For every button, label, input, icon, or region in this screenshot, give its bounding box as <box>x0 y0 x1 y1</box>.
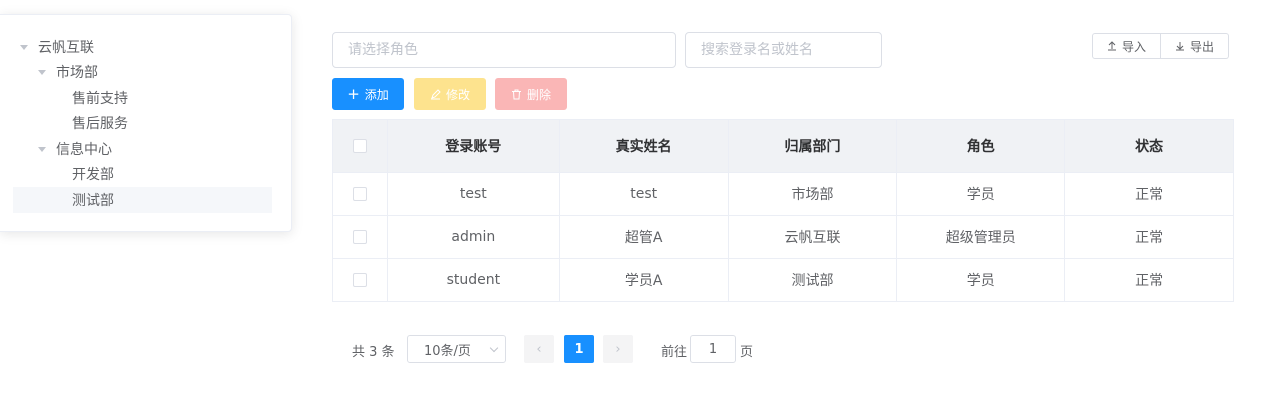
department-tree: 云帆互联 市场部 售前支持 售后服务 信息中心 开发部 测试部 <box>0 14 292 232</box>
table-cell: student <box>386 258 560 302</box>
table-cell: 云帆互联 <box>727 215 898 259</box>
tree-node-label: 售前支持 <box>72 91 128 107</box>
caret-down-icon[interactable] <box>38 146 46 152</box>
edit-label: 修改 <box>445 87 470 102</box>
caret-down-icon[interactable] <box>38 69 46 75</box>
tree-node-presales[interactable]: 售前支持 <box>72 85 128 111</box>
goto-page-input[interactable] <box>690 335 736 363</box>
prev-page-button[interactable]: ‹ <box>524 335 554 363</box>
select-all-cell <box>332 119 388 173</box>
tree-node-info-center[interactable]: 信息中心 <box>38 136 112 162</box>
import-label: 导入 <box>1122 39 1147 54</box>
column-header[interactable]: 归属部门 <box>727 119 898 173</box>
table-cell: 学员 <box>896 172 1066 216</box>
tree-node-dev[interactable]: 开发部 <box>72 161 114 187</box>
user-table: 登录账号 真实姓名 归属部门 角色 状态 test test 市场部 学员 正常… <box>332 119 1234 302</box>
column-header[interactable]: 真实姓名 <box>558 119 729 173</box>
role-select-input[interactable] <box>332 32 676 68</box>
table-cell: 超级管理员 <box>896 215 1066 259</box>
tree-node-label: 信息中心 <box>56 142 112 158</box>
delete-label: 删除 <box>526 87 551 102</box>
add-button[interactable]: + 添加 <box>332 78 404 110</box>
table-cell: 正常 <box>1064 215 1234 259</box>
delete-button[interactable]: 删除 <box>495 78 567 110</box>
table-cell: 学员 <box>896 258 1066 302</box>
page-size-select[interactable]: 10条/页 <box>407 335 506 363</box>
import-export-group: 导入 导出 <box>1092 33 1230 59</box>
import-button[interactable]: 导入 <box>1092 33 1162 59</box>
caret-down-icon[interactable] <box>20 44 28 50</box>
tree-node-aftersales[interactable]: 售后服务 <box>72 110 128 136</box>
tree-node-test[interactable]: 测试部 <box>13 187 272 213</box>
tree-node-label: 云帆互联 <box>38 40 94 56</box>
export-label: 导出 <box>1190 39 1215 54</box>
upload-icon <box>1108 41 1116 51</box>
tree-node-label: 售后服务 <box>72 116 128 132</box>
edit-button[interactable]: 修改 <box>414 78 486 110</box>
table-cell: 测试部 <box>727 258 898 302</box>
table-row[interactable]: admin 超管A 云帆互联 超级管理员 正常 <box>332 215 1234 259</box>
next-page-button[interactable]: › <box>603 335 633 363</box>
page-suffix: 页 <box>740 345 754 360</box>
download-icon <box>1176 42 1185 51</box>
chevron-left-icon: ‹ <box>536 341 542 357</box>
row-checkbox[interactable] <box>352 230 367 244</box>
export-button[interactable]: 导出 <box>1161 33 1230 59</box>
column-header[interactable]: 角色 <box>896 119 1066 173</box>
tree-node-market[interactable]: 市场部 <box>38 59 98 85</box>
column-header[interactable]: 状态 <box>1064 119 1234 173</box>
table-cell: 正常 <box>1064 172 1234 216</box>
select-all-checkbox[interactable] <box>352 139 367 153</box>
table-cell: test <box>558 172 729 216</box>
table-cell: test <box>386 172 560 216</box>
row-select-cell <box>332 172 388 216</box>
edit-icon <box>430 88 441 99</box>
table-row[interactable]: student 学员A 测试部 学员 正常 <box>332 258 1234 302</box>
tree-node-label: 测试部 <box>72 193 114 209</box>
plus-icon: + <box>347 84 360 103</box>
tree-node-label: 开发部 <box>72 167 114 183</box>
row-select-cell <box>332 215 388 259</box>
table-cell: 正常 <box>1064 258 1234 302</box>
tree-node-yunfan[interactable]: 云帆互联 <box>20 34 94 60</box>
add-label: 添加 <box>364 87 389 102</box>
pagination-total: 共 3 条 <box>352 345 395 360</box>
table-cell: 市场部 <box>727 172 898 216</box>
page-size-value: 10条/页 <box>424 343 471 359</box>
table-row[interactable]: test test 市场部 学员 正常 <box>332 172 1234 216</box>
table-cell: 学员A <box>558 258 729 302</box>
table-header-row: 登录账号 真实姓名 归属部门 角色 状态 <box>332 119 1234 173</box>
row-checkbox[interactable] <box>352 187 367 201</box>
page-number-button[interactable]: 1 <box>564 335 594 363</box>
chevron-right-icon: › <box>615 341 621 357</box>
tree-node-label: 市场部 <box>56 65 98 81</box>
column-header[interactable]: 登录账号 <box>386 119 560 173</box>
chevron-down-icon <box>489 343 499 353</box>
search-input[interactable] <box>685 32 882 68</box>
delete-icon <box>511 89 521 99</box>
row-checkbox[interactable] <box>352 273 367 287</box>
goto-label: 前往 <box>661 345 688 360</box>
row-select-cell <box>332 258 388 302</box>
table-cell: 超管A <box>558 215 729 259</box>
table-cell: admin <box>386 215 560 259</box>
